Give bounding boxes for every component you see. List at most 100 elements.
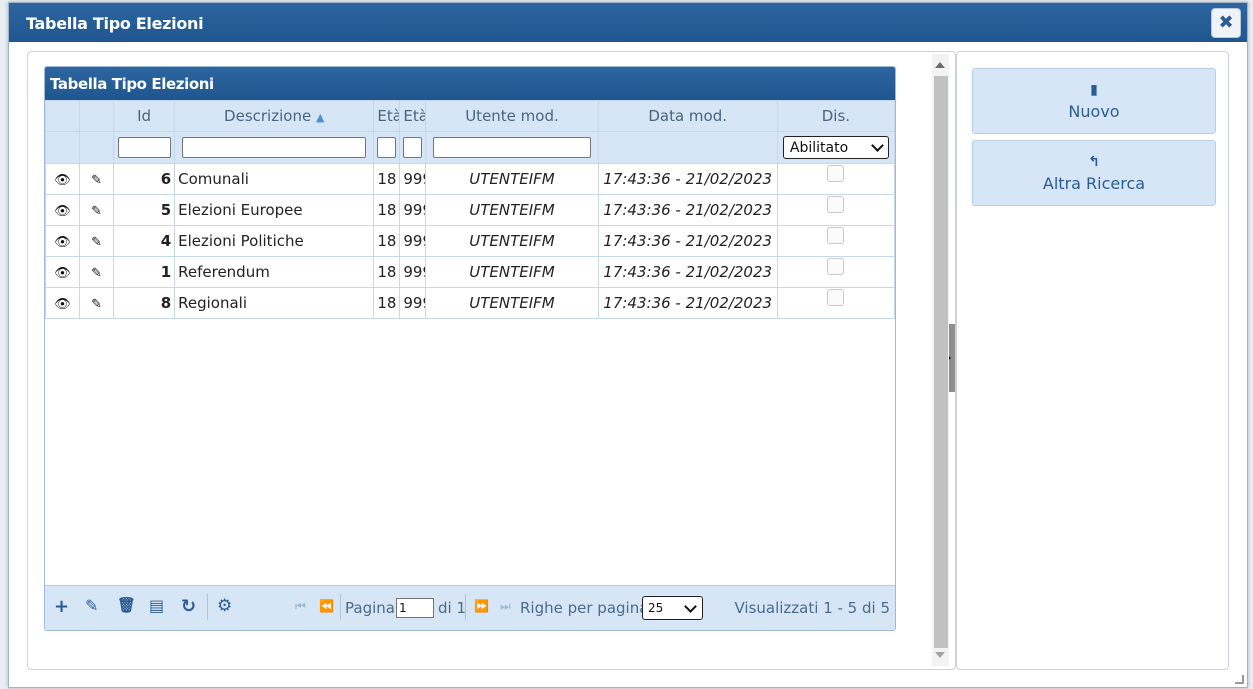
cell-id: 1 <box>160 263 172 281</box>
cell-utente: UTENTEIFM <box>469 232 555 250</box>
table-row[interactable]: 👁 ✎ 1 Referendum 18 999 UTENTEIFM 17:43:36 - 21… <box>45 256 895 288</box>
cell-eta-max: 999 <box>403 263 425 281</box>
table-row[interactable]: 👁 ✎ 8 Regionali 18 999 UTENTEIFM 17:43:36 - 21/… <box>45 287 895 319</box>
settings-icon[interactable]: ⚙ <box>217 596 232 616</box>
cell-data: 17:43:36 - 21/02/2023 <box>603 201 773 219</box>
cell-id: 5 <box>160 201 172 219</box>
cell-data: 17:43:36 - 21/02/2023 <box>603 294 773 312</box>
view-icon[interactable]: 👁 <box>54 297 71 312</box>
export-icon[interactable]: ▤ <box>149 596 164 615</box>
header-view <box>45 100 81 132</box>
scroll-down-icon[interactable] <box>935 652 945 658</box>
left-panel: Tabella Tipo Elezioni Id Descrizione ▲ E… <box>27 51 956 670</box>
table-row[interactable]: 👁 ✎ 5 Elezioni Europee 18 999 UTENTEIFM 17:43:3… <box>45 194 895 226</box>
cell-eta-max: 999 <box>403 294 425 312</box>
cell-descrizione: Comunali <box>178 170 249 188</box>
next-page-icon[interactable]: ⏩ <box>474 599 489 613</box>
filter-eta-min-input[interactable] <box>377 137 397 158</box>
disabled-checkbox[interactable] <box>827 196 845 213</box>
page-input[interactable]: 1 <box>396 598 434 618</box>
table-row[interactable]: 👁 ✎ 4 Elezioni Politiche 18 999 UTENTEIFM 17:43… <box>45 225 895 257</box>
filter-row: Abilitato <box>45 131 895 164</box>
cell-descrizione: Regionali <box>178 294 248 312</box>
table-row[interactable]: 👁 ✎ 6 Comunali 18 999 UTENTEIFM 17:43:36 - 21/0… <box>45 163 895 195</box>
records-summary: Visualizzati 1 - 5 di 5 <box>734 599 890 617</box>
data-grid: Tabella Tipo Elezioni Id Descrizione ▲ E… <box>44 66 896 631</box>
close-button[interactable]: ✖ <box>1211 8 1241 38</box>
cell-eta-min: 18 <box>377 294 397 312</box>
page-total: di 1 <box>438 599 467 617</box>
first-page-icon[interactable]: ⏮ <box>295 599 306 614</box>
header-eta-min-label: Età <box>377 107 400 125</box>
altra-ricerca-label: Altra Ricerca <box>1042 174 1146 193</box>
disabled-checkbox[interactable] <box>827 165 845 182</box>
cell-eta-max: 999 <box>403 232 425 250</box>
header-edit <box>79 100 115 132</box>
filter-descrizione-input[interactable] <box>182 137 367 158</box>
header-descrizione[interactable]: Descrizione ▲ <box>174 100 375 132</box>
edit-row-icon[interactable]: ✎ <box>91 266 102 281</box>
right-panel: ▮ Nuovo ↰ Altra Ricerca <box>956 51 1229 670</box>
nuovo-button[interactable]: ▮ Nuovo <box>972 68 1216 134</box>
chevron-down-icon <box>684 599 697 613</box>
grid-table: Id Descrizione ▲ Età Età Utente mod. Dat… <box>45 100 895 319</box>
filter-utente-input[interactable] <box>432 137 591 158</box>
dialog-titlebar[interactable]: Tabella Tipo Elezioni ✖ <box>9 3 1247 42</box>
filter-dis-value: Abilitato <box>789 139 849 156</box>
cell-eta-min: 18 <box>377 201 397 219</box>
cell-data: 17:43:36 - 21/02/2023 <box>603 170 773 188</box>
header-row: Id Descrizione ▲ Età Età Utente mod. Dat… <box>45 100 895 132</box>
vertical-scrollbar[interactable] <box>932 54 949 666</box>
header-data-label: Data mod. <box>648 107 728 125</box>
view-icon[interactable]: 👁 <box>54 235 71 250</box>
dialog-title: Tabella Tipo Elezioni <box>26 14 204 33</box>
header-utente[interactable]: Utente mod. <box>425 100 599 132</box>
header-eta-max-label: Età <box>403 107 426 125</box>
rows-per-page-label: Righe per pagina: <box>520 599 654 617</box>
filter-dis-select[interactable]: Abilitato <box>782 136 889 159</box>
footer-separator <box>340 594 341 620</box>
view-icon[interactable]: 👁 <box>54 173 71 188</box>
last-page-icon[interactable]: ⏭ <box>500 599 511 614</box>
cell-utente: UTENTEIFM <box>469 294 555 312</box>
edit-row-icon[interactable]: ✎ <box>91 173 102 188</box>
sort-icon: ▲ <box>315 111 325 124</box>
header-id[interactable]: Id <box>113 100 176 132</box>
cell-eta-min: 18 <box>377 170 397 188</box>
header-eta-min[interactable]: Età <box>373 100 401 132</box>
header-dis[interactable]: Dis. <box>776 100 895 132</box>
scroll-up-icon[interactable] <box>935 62 945 68</box>
rows-per-page-select[interactable]: 25 <box>642 596 703 620</box>
add-icon[interactable]: + <box>54 596 69 617</box>
edit-row-icon[interactable]: ✎ <box>91 235 102 250</box>
prev-page-icon[interactable]: ⏪ <box>319 599 334 613</box>
cell-data: 17:43:36 - 21/02/2023 <box>603 263 773 281</box>
cell-eta-max: 999 <box>403 201 425 219</box>
scrollbar-thumb[interactable] <box>934 76 948 648</box>
cell-descrizione: Elezioni Politiche <box>178 232 304 250</box>
rows-per-page-value: 25 <box>648 601 664 615</box>
edit-icon[interactable]: ✎ <box>85 596 98 615</box>
filter-eta-max-input[interactable] <box>403 137 423 158</box>
filter-id-input[interactable] <box>117 137 171 158</box>
page-label: Pagina <box>345 599 395 617</box>
disabled-checkbox[interactable] <box>827 258 845 275</box>
cell-utente: UTENTEIFM <box>469 170 555 188</box>
view-icon[interactable]: 👁 <box>54 204 71 219</box>
view-icon[interactable]: 👁 <box>54 266 71 281</box>
disabled-checkbox[interactable] <box>827 289 845 306</box>
altra-ricerca-button[interactable]: ↰ Altra Ricerca <box>972 140 1216 206</box>
refresh-icon[interactable]: ↻ <box>181 596 196 617</box>
edit-row-icon[interactable]: ✎ <box>91 204 102 219</box>
disabled-checkbox[interactable] <box>827 227 845 244</box>
edit-row-icon[interactable]: ✎ <box>91 297 102 312</box>
resize-handle[interactable] <box>1235 675 1244 684</box>
nuovo-label: Nuovo <box>1068 102 1120 121</box>
delete-icon[interactable]: 🗑 <box>117 596 136 614</box>
cell-eta-min: 18 <box>377 263 397 281</box>
header-eta-max[interactable]: Età <box>399 100 427 132</box>
header-data[interactable]: Data mod. <box>597 100 778 132</box>
grid-title: Tabella Tipo Elezioni <box>45 67 895 100</box>
cell-utente: UTENTEIFM <box>469 263 555 281</box>
filter-empty-3 <box>597 131 778 164</box>
